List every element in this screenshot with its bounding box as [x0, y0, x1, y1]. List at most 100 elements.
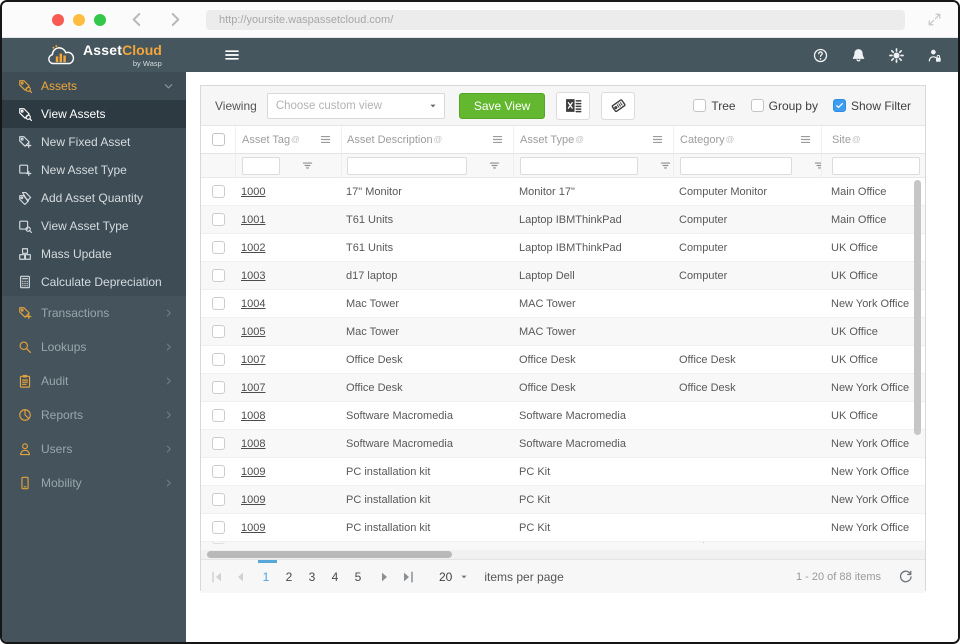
- help-icon[interactable]: [813, 48, 828, 63]
- filter-input-asset-description[interactable]: [347, 156, 467, 175]
- filter-input-asset-type[interactable]: [520, 156, 638, 175]
- next-page-button[interactable]: [377, 569, 393, 585]
- prev-page-button[interactable]: [232, 569, 248, 585]
- sidebar-item-assets[interactable]: Assets: [2, 72, 186, 100]
- row-checkbox[interactable]: [211, 409, 225, 422]
- sidebar-item-view-assets[interactable]: View Assets: [2, 100, 186, 128]
- filter-icon[interactable]: [813, 159, 821, 172]
- menu-toggle-icon[interactable]: [224, 47, 240, 63]
- sidebar-item-add-asset-quantity[interactable]: Add Asset Quantity: [2, 184, 186, 212]
- close-button[interactable]: [52, 13, 64, 26]
- expand-icon[interactable]: [927, 12, 942, 27]
- select-all-checkbox[interactable]: [211, 133, 225, 146]
- asset-tag-link[interactable]: 1007: [241, 382, 265, 394]
- column-menu-icon[interactable]: [491, 133, 504, 146]
- asset-tag-link[interactable]: 1007: [241, 354, 265, 366]
- row-checkbox[interactable]: [211, 542, 225, 544]
- refresh-icon[interactable]: [898, 569, 913, 584]
- print-tags-button[interactable]: [601, 91, 636, 120]
- column-header-asset-description[interactable]: Asset Description @: [341, 126, 513, 153]
- user-lock-icon[interactable]: [927, 48, 942, 63]
- horizontal-scrollbar[interactable]: [201, 550, 925, 560]
- sidebar-item-audit[interactable]: Audit: [2, 364, 186, 398]
- address-bar[interactable]: http://yoursite.waspassetcloud.com/: [206, 9, 905, 30]
- fullscreen-button[interactable]: [94, 13, 106, 26]
- row-checkbox[interactable]: [211, 185, 225, 198]
- column-header-category[interactable]: Category @: [673, 126, 821, 153]
- page-button-2[interactable]: 2: [278, 570, 300, 584]
- asset-tag-link[interactable]: 1002: [241, 242, 265, 254]
- filter-icon[interactable]: [488, 159, 501, 172]
- asset-tag-link[interactable]: 1010: [241, 542, 265, 543]
- toggle-group-by[interactable]: Group by: [750, 99, 818, 113]
- toggle-show-filter[interactable]: Show Filter: [832, 99, 911, 113]
- filter-icon[interactable]: [659, 159, 672, 172]
- asset-tag-link[interactable]: 1009: [241, 466, 265, 478]
- asset-tag-link[interactable]: 1008: [241, 410, 265, 422]
- row-checkbox[interactable]: [211, 269, 225, 282]
- export-excel-button[interactable]: [556, 91, 591, 120]
- column-menu-icon[interactable]: [799, 133, 812, 146]
- column-header-asset-tag[interactable]: Asset Tag @: [235, 126, 341, 153]
- sidebar-item-lookups[interactable]: Lookups: [2, 330, 186, 364]
- filter-input-category[interactable]: [680, 156, 792, 175]
- checkbox-unchecked[interactable]: [693, 99, 707, 112]
- horizontal-scrollbar-thumb[interactable]: [207, 551, 452, 558]
- sidebar-item-new-fixed-asset[interactable]: New Fixed Asset: [2, 128, 186, 156]
- row-checkbox[interactable]: [211, 465, 225, 478]
- row-checkbox[interactable]: [211, 521, 225, 534]
- vertical-scrollbar-thumb[interactable]: [914, 180, 921, 435]
- custom-view-select[interactable]: [266, 92, 445, 119]
- first-page-button[interactable]: [209, 569, 225, 585]
- column-header-site[interactable]: Site @: [821, 126, 925, 153]
- column-menu-icon[interactable]: [319, 133, 332, 146]
- column-menu-icon[interactable]: [651, 133, 664, 146]
- asset-tag-link[interactable]: 1008: [241, 438, 265, 450]
- asset-tag-link[interactable]: 1004: [241, 298, 265, 310]
- row-checkbox[interactable]: [211, 325, 225, 338]
- sidebar-item-reports[interactable]: Reports: [2, 398, 186, 432]
- row-checkbox[interactable]: [211, 241, 225, 254]
- asset-tag-link[interactable]: 1001: [241, 214, 265, 226]
- minimize-button[interactable]: [73, 13, 85, 26]
- table-row: 1009 PC installation kit PC Kit New York Of…: [201, 458, 925, 486]
- forward-icon[interactable]: [167, 11, 184, 28]
- row-checkbox[interactable]: [211, 493, 225, 506]
- asset-tag-link[interactable]: 1003: [241, 270, 265, 282]
- asset-tag-link[interactable]: 1000: [241, 186, 265, 198]
- row-checkbox[interactable]: [211, 437, 225, 450]
- checkbox-checked[interactable]: [832, 99, 846, 112]
- filter-input-asset-tag[interactable]: [242, 156, 280, 175]
- sidebar-item-users[interactable]: Users: [2, 432, 186, 466]
- toggle-tree[interactable]: Tree: [693, 99, 736, 113]
- sidebar-item-calculate-depreciation[interactable]: Calculate Depreciation: [2, 268, 186, 296]
- filter-icon[interactable]: [301, 159, 314, 172]
- page-button-4[interactable]: 4: [324, 570, 346, 584]
- asset-tag-link[interactable]: 1009: [241, 494, 265, 506]
- page-button-5[interactable]: 5: [347, 570, 369, 584]
- last-page-button[interactable]: [400, 569, 416, 585]
- sidebar-item-new-asset-type[interactable]: New Asset Type: [2, 156, 186, 184]
- page-size-select[interactable]: 20: [439, 570, 469, 584]
- asset-tag-link[interactable]: 1009: [241, 522, 265, 534]
- save-view-button[interactable]: Save View: [458, 92, 546, 119]
- sidebar-item-mobility[interactable]: Mobility: [2, 466, 186, 500]
- page-button-3[interactable]: 3: [301, 570, 323, 584]
- sidebar-item-view-asset-type[interactable]: View Asset Type: [2, 212, 186, 240]
- gear-icon[interactable]: [889, 47, 904, 63]
- sidebar-item-transactions[interactable]: Transactions: [2, 296, 186, 330]
- sidebar-item-mass-update[interactable]: Mass Update: [2, 240, 186, 268]
- back-icon[interactable]: [128, 11, 145, 28]
- checkbox-unchecked[interactable]: [750, 99, 764, 112]
- bell-icon[interactable]: [851, 48, 866, 63]
- column-header-asset-type[interactable]: Asset Type @: [513, 126, 673, 153]
- row-checkbox[interactable]: [211, 353, 225, 366]
- page-button-1[interactable]: 1: [255, 570, 277, 584]
- asset-tag-link[interactable]: 1005: [241, 326, 265, 338]
- row-checkbox[interactable]: [211, 213, 225, 226]
- row-checkbox[interactable]: [211, 381, 225, 394]
- caret-down-icon[interactable]: [422, 94, 444, 118]
- custom-view-input[interactable]: [267, 99, 422, 112]
- filter-input-site[interactable]: [832, 156, 920, 175]
- row-checkbox[interactable]: [211, 297, 225, 310]
